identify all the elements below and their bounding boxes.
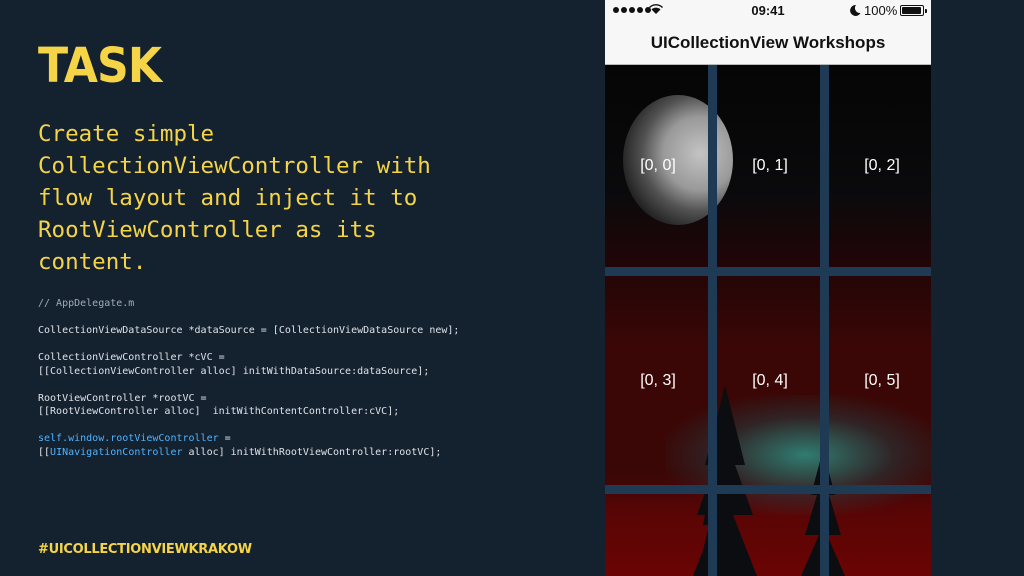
hashtag: #UICOLLECTIONVIEWKRAKOW	[38, 542, 252, 557]
phone-mockup: 09:41 100% UICollectionView Workshops [0…	[605, 0, 931, 576]
code-text: =	[218, 433, 231, 444]
code-text: CollectionViewController *cVC =	[38, 352, 225, 363]
code-text: alloc] initWithRootViewController:rootVC…	[182, 446, 442, 458]
moon-icon	[850, 4, 861, 16]
collection-cell[interactable]: [0, 3]	[605, 276, 711, 485]
code-line: [[UINavigationController alloc] initWith…	[38, 446, 578, 460]
code-keyword: self.window.rootViewController	[38, 433, 219, 444]
collection-cell[interactable]: [0, 5]	[829, 276, 931, 485]
collection-cell[interactable]: [0, 4]	[717, 276, 823, 485]
cell-label: [0, 1]	[752, 156, 788, 174]
nav-bar: UICollectionView Workshops	[605, 22, 931, 65]
slide: TASK Create simple CollectionViewControl…	[0, 0, 1024, 576]
code-line: self.window.rootViewController =	[38, 432, 578, 446]
collection-view[interactable]: [0, 0] [0, 1] [0, 2] [0, 3] [0, 4] [0, 5…	[605, 65, 931, 576]
collection-cell[interactable]: [0, 1]	[717, 65, 823, 266]
code-snippet: // AppDelegate.m CollectionViewDataSource…	[38, 297, 578, 459]
code-text: RootViewController *rootVC =	[38, 392, 207, 404]
code-line: CollectionViewController *cVC =	[38, 351, 578, 365]
cell-label: [0, 2]	[864, 156, 900, 174]
code-text: [[	[38, 446, 51, 458]
code-text: [[RootViewController alloc] initWithCont…	[38, 406, 400, 417]
status-bar: 09:41 100%	[605, 0, 931, 22]
code-line: [[RootViewController alloc] initWithCont…	[38, 405, 578, 419]
code-text: CollectionViewDataSource *dataSource = […	[38, 325, 460, 336]
task-description: Create simple CollectionViewController w…	[38, 121, 431, 275]
code-line: RootViewController *rootVC =	[38, 392, 578, 406]
cell-label: [0, 0]	[640, 156, 676, 174]
slide-title: TASK	[38, 38, 162, 94]
grid-divider	[605, 267, 931, 276]
battery-percent: 100%	[864, 3, 898, 18]
code-text: [[CollectionViewController alloc] initWi…	[38, 365, 430, 377]
code-line: [[CollectionViewController alloc] initWi…	[38, 365, 578, 379]
collection-cell[interactable]: [0, 2]	[829, 65, 931, 266]
cell-label: [0, 4]	[752, 371, 788, 389]
code-comment: // AppDelegate.m	[38, 298, 135, 309]
cell-label: [0, 5]	[864, 371, 900, 389]
grid-divider	[605, 485, 931, 494]
code-line: // AppDelegate.m	[38, 297, 578, 311]
code-keyword: UINavigationController	[50, 446, 183, 458]
cell-label: [0, 3]	[640, 371, 676, 389]
code-line: CollectionViewDataSource *dataSource = […	[38, 324, 578, 338]
battery-icon	[900, 5, 927, 16]
collection-cell[interactable]: [0, 0]	[605, 65, 711, 266]
nav-title: UICollectionView Workshops	[650, 33, 886, 52]
